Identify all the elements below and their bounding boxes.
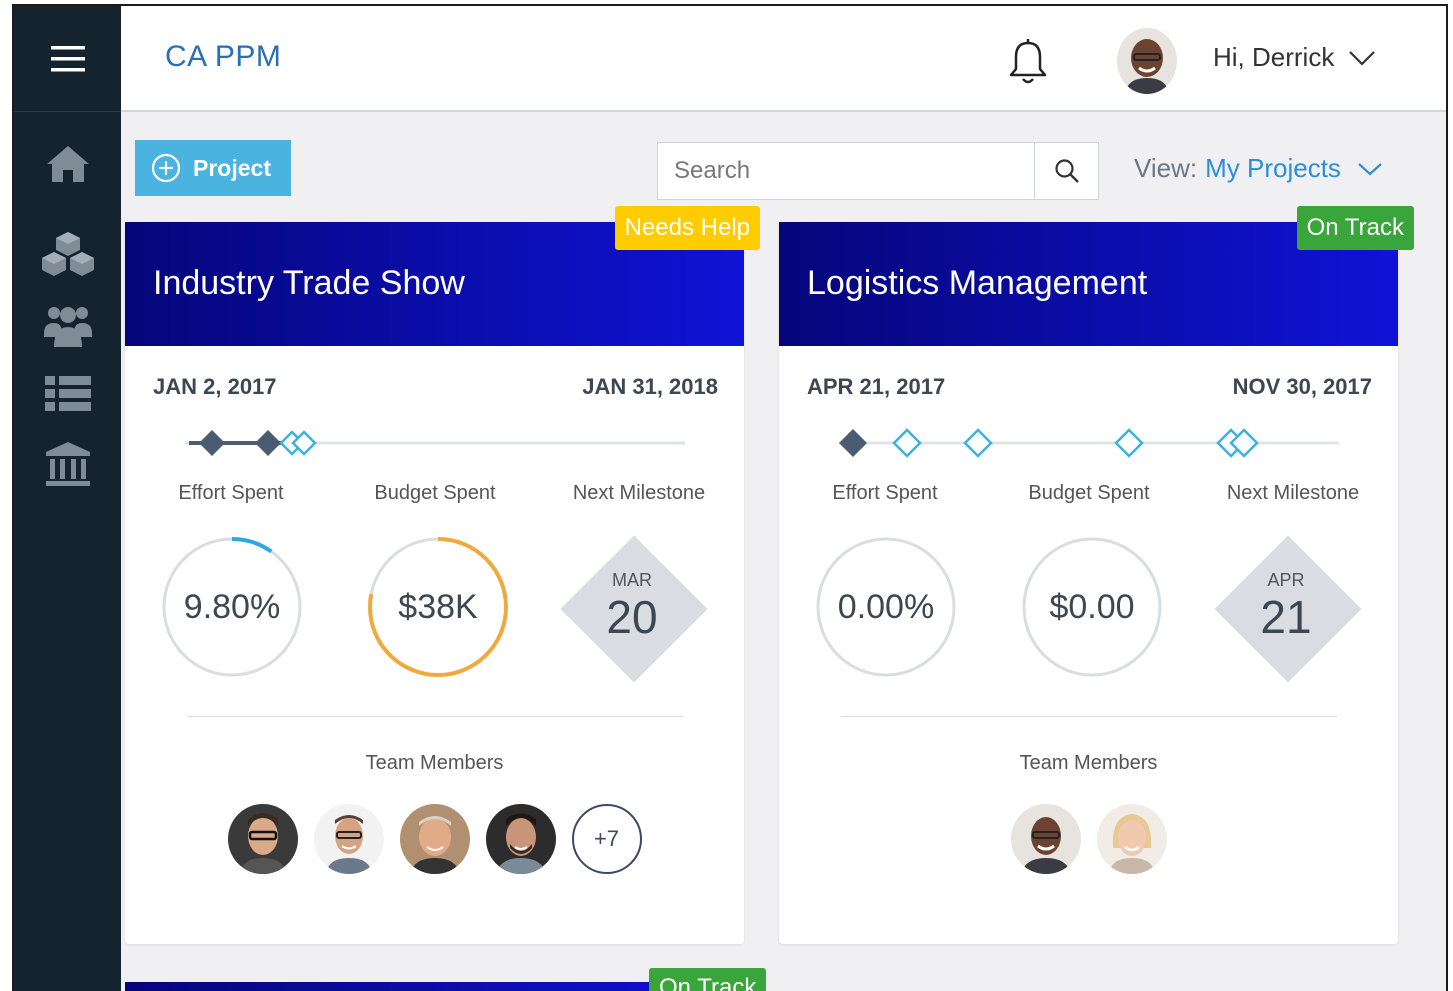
user-greeting: Hi, Derrick <box>1213 42 1335 72</box>
bell-icon <box>1009 39 1047 84</box>
milestone-pending-marker <box>892 428 922 458</box>
add-project-button[interactable]: Project <box>135 140 291 196</box>
budget-ring: $38K <box>365 534 511 680</box>
effort-label: Effort Spent <box>832 482 938 504</box>
team-member-avatar[interactable] <box>227 804 298 874</box>
sidebar-item-home[interactable] <box>14 134 121 194</box>
effort-ring: 9.80% <box>159 534 305 680</box>
milestone-complete-marker <box>255 430 281 456</box>
divider <box>187 716 683 717</box>
hamburger-menu-button[interactable] <box>14 6 121 112</box>
users-icon <box>43 307 92 347</box>
top-bar: CA PPM Hi, Derrick <box>121 6 1446 112</box>
view-value: My Projects <box>1205 153 1341 183</box>
sidebar <box>14 6 121 991</box>
milestone-label: Next Milestone <box>1226 482 1360 504</box>
notifications-button[interactable] <box>1006 39 1050 87</box>
next-milestone: APR 21 <box>1211 532 1362 683</box>
search-button[interactable] <box>1034 143 1098 199</box>
milestone-month: MAR <box>612 570 652 590</box>
team-members-label: Team Members <box>365 752 504 774</box>
divider <box>841 716 1337 717</box>
status-badge: On Track <box>1296 206 1414 250</box>
start-date: JAN 2, 2017 <box>153 374 277 399</box>
more-members-button[interactable]: +7 <box>571 804 642 874</box>
sidebar-item-financials[interactable] <box>14 434 121 494</box>
app-window: CA PPM Hi, Derrick Project Search View: … <box>12 4 1448 991</box>
project-card[interactable]: Industry Trade Show Needs Help JAN 2, 20… <box>125 206 760 944</box>
chevron-down-icon <box>1349 50 1376 66</box>
chevron-down-icon <box>1358 162 1382 175</box>
effort-value: 9.80% <box>183 587 281 626</box>
view-label: View: <box>1134 153 1198 183</box>
milestone-timeline <box>185 430 685 456</box>
add-project-label: Project <box>193 154 271 181</box>
milestone-day: 20 <box>606 591 658 643</box>
plus-circle-icon <box>151 153 181 183</box>
search-icon <box>1054 159 1079 183</box>
effort-label: Effort Spent <box>178 482 284 504</box>
project-title[interactable]: Industry Trade Show <box>153 264 465 303</box>
effort-value: 0.00% <box>837 587 935 626</box>
budget-value: $0.00 <box>1049 587 1135 626</box>
milestone-month: APR <box>1267 570 1305 590</box>
team-member-avatar[interactable] <box>399 804 470 874</box>
milestone-timeline <box>839 428 1339 458</box>
team-member-avatar[interactable] <box>1096 804 1167 874</box>
team-members: +7 <box>125 804 744 874</box>
milestone-label: Next Milestone <box>572 482 706 504</box>
sidebar-item-portfolio[interactable] <box>14 224 121 284</box>
search-input[interactable] <box>658 143 1034 199</box>
status-badge: On Track <box>649 968 767 991</box>
team-member-avatar[interactable] <box>485 804 556 874</box>
budget-label: Budget Spent <box>374 482 496 504</box>
team-members-label: Team Members <box>1019 752 1158 774</box>
project-card[interactable]: Logistics Management On Track APR 21, 20… <box>779 206 1414 944</box>
sidebar-item-resources[interactable] <box>14 296 121 356</box>
budget-ring: $0.00 <box>1019 534 1165 680</box>
hamburger-icon <box>50 45 85 71</box>
effort-ring: 0.00% <box>813 534 959 680</box>
milestone-complete-marker <box>839 429 867 457</box>
user-avatar[interactable] <box>1117 28 1177 94</box>
team-member-avatar[interactable] <box>1010 804 1081 874</box>
view-selector[interactable]: View: My Projects <box>1134 153 1383 184</box>
milestone-pending-marker <box>1114 428 1144 458</box>
home-icon <box>46 146 89 182</box>
user-menu[interactable]: Hi, Derrick <box>1213 42 1376 73</box>
bank-icon <box>45 442 90 486</box>
next-milestone: MAR 20 <box>557 532 708 683</box>
milestone-complete-marker <box>199 430 225 456</box>
budget-label: Budget Spent <box>1028 482 1150 504</box>
end-date: NOV 30, 2017 <box>1232 374 1372 399</box>
budget-value: $38K <box>398 587 478 626</box>
status-badge: Needs Help <box>614 206 760 250</box>
milestone-day: 21 <box>1260 591 1312 643</box>
team-members <box>779 804 1398 874</box>
list-icon <box>44 376 91 411</box>
search-box <box>657 142 1099 200</box>
cubes-icon <box>41 232 94 276</box>
team-member-avatar[interactable] <box>313 804 384 874</box>
project-title[interactable]: Logistics Management <box>807 264 1147 303</box>
sidebar-item-list[interactable] <box>14 364 121 424</box>
start-date: APR 21, 2017 <box>807 374 946 399</box>
milestone-pending-marker <box>963 428 993 458</box>
end-date: JAN 31, 2018 <box>582 374 718 399</box>
app-title[interactable]: CA PPM <box>165 40 281 74</box>
